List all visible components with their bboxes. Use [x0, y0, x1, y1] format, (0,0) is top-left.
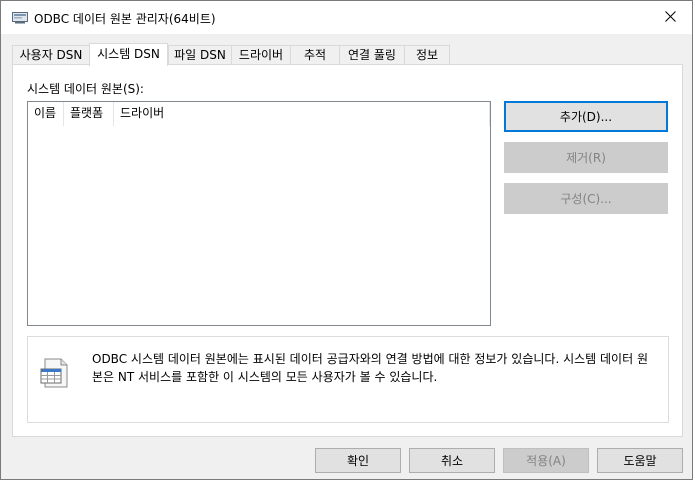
- system-dsn-list[interactable]: 이름 플랫폼 드라이버: [27, 101, 491, 326]
- tab-drivers[interactable]: 드라이버: [231, 45, 291, 65]
- odbc-app-icon: [12, 10, 28, 24]
- tab-tracing[interactable]: 추적: [290, 45, 340, 65]
- system-data-sources-label: 시스템 데이터 원본(S):: [27, 82, 144, 96]
- info-description: ODBC 시스템 데이터 원본에는 표시된 데이터 공급자와의 연결 방법에 대…: [92, 352, 648, 384]
- odbc-admin-window: ODBC 데이터 원본 관리자(64비트) 사용자 DSN 시스템 DSN 파일…: [0, 0, 693, 480]
- add-button[interactable]: 추가(D)...: [504, 101, 668, 132]
- tab-system-dsn[interactable]: 시스템 DSN: [89, 43, 168, 66]
- help-button[interactable]: 도움말: [597, 448, 683, 473]
- column-header-name[interactable]: 이름: [28, 102, 64, 126]
- close-button[interactable]: [648, 1, 692, 34]
- system-dsn-panel: 시스템 데이터 원본(S): 이름 플랫폼 드라이버 추가(D)... 제거(R…: [12, 64, 683, 437]
- tab-file-dsn[interactable]: 파일 DSN: [168, 45, 232, 65]
- window-title: ODBC 데이터 원본 관리자(64비트): [34, 12, 216, 26]
- configure-button[interactable]: 구성(C)...: [504, 183, 668, 214]
- apply-button[interactable]: 적용(A): [503, 448, 589, 473]
- close-icon: [664, 10, 676, 25]
- tab-about[interactable]: 정보: [404, 45, 450, 65]
- tab-connection-pooling[interactable]: 연결 풀링: [339, 45, 405, 65]
- tab-user-dsn[interactable]: 사용자 DSN: [12, 45, 90, 65]
- ok-button[interactable]: 확인: [315, 448, 401, 473]
- column-header-driver[interactable]: 드라이버: [114, 102, 490, 126]
- column-header-platform[interactable]: 플랫폼: [64, 102, 114, 126]
- data-source-icon: [39, 357, 71, 389]
- title-bar[interactable]: ODBC 데이터 원본 관리자(64비트): [1, 1, 692, 34]
- remove-button[interactable]: 제거(R): [504, 142, 668, 173]
- info-box: ODBC 시스템 데이터 원본에는 표시된 데이터 공급자와의 연결 방법에 대…: [27, 336, 669, 423]
- cancel-button[interactable]: 취소: [409, 448, 495, 473]
